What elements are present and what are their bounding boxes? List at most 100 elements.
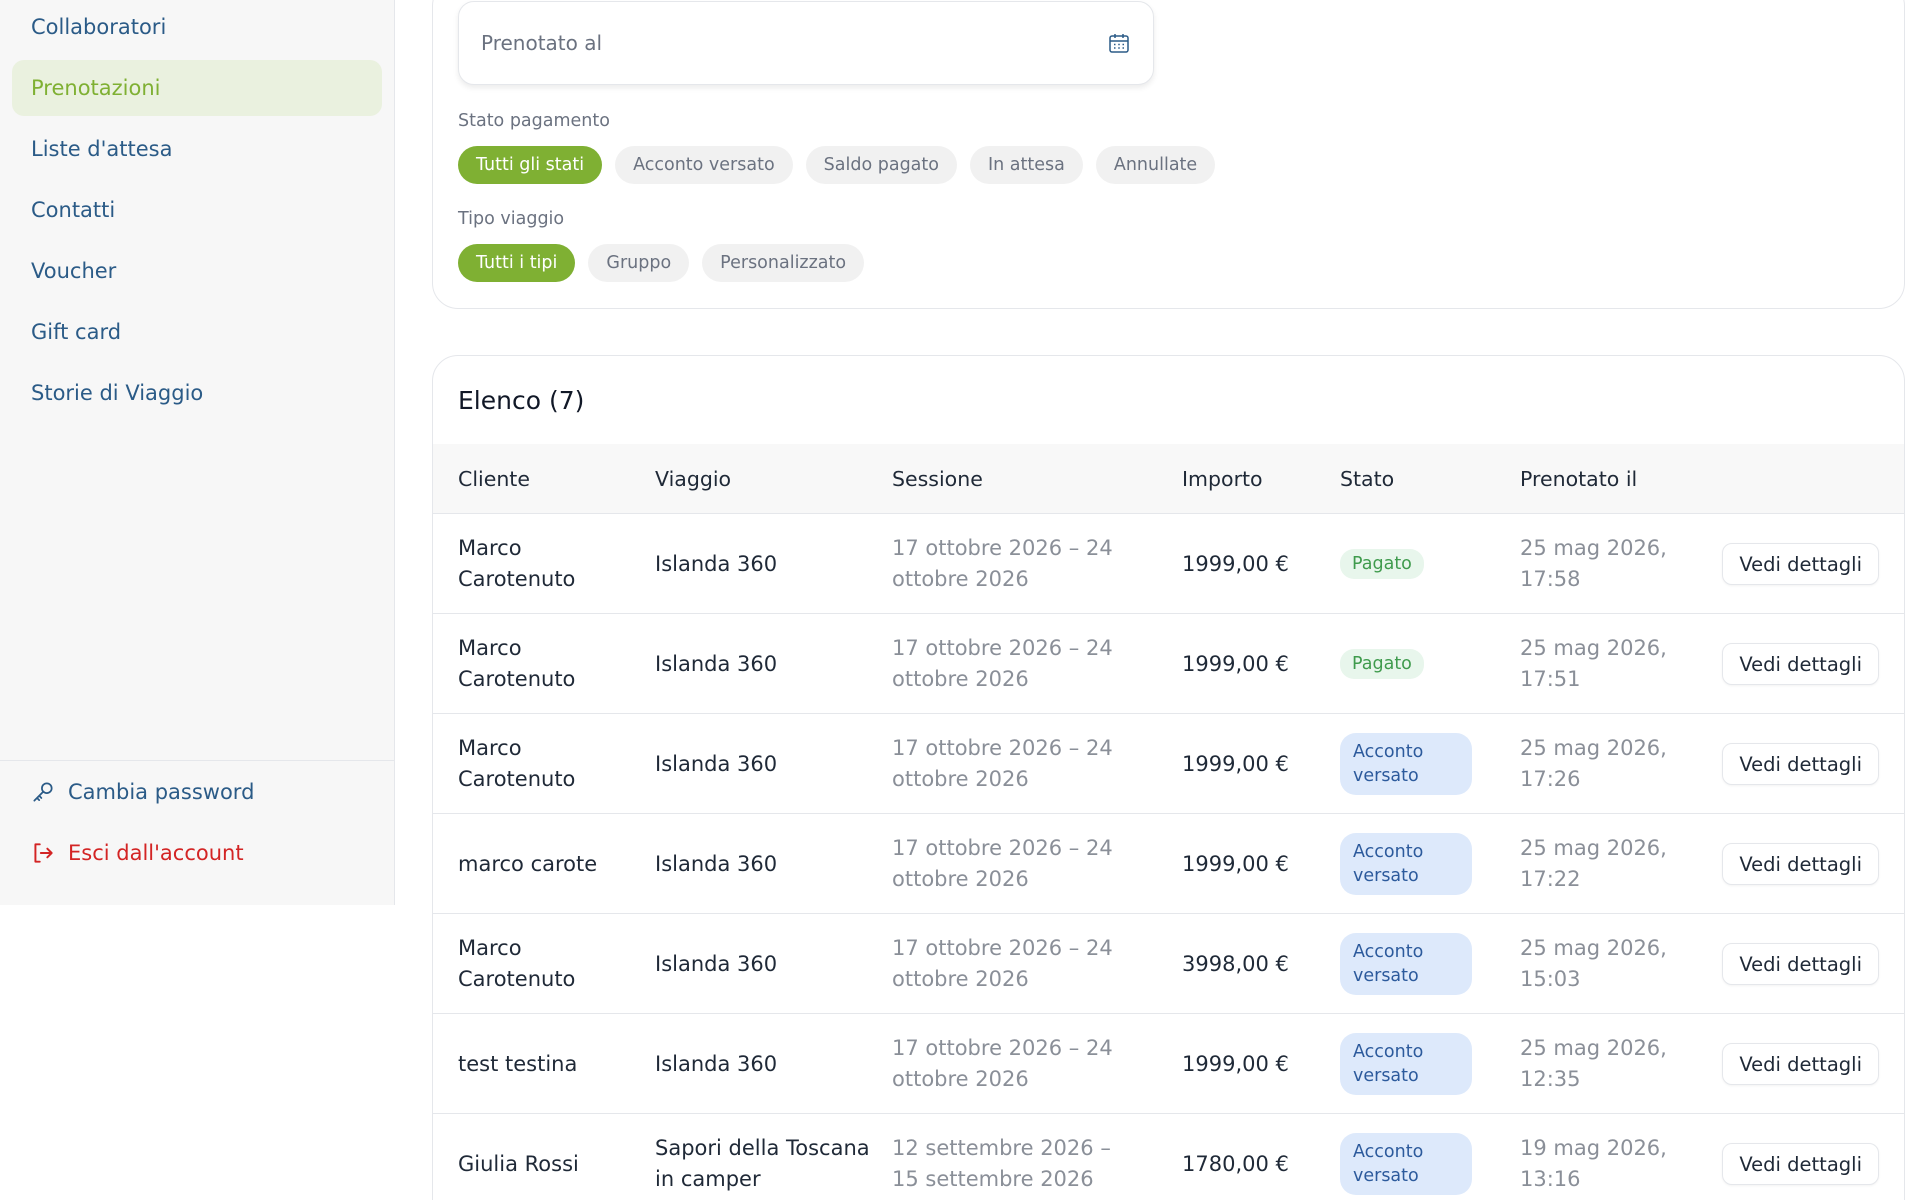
status-badge: Acconto versato <box>1340 733 1472 795</box>
list-title: Elenco (7) <box>458 386 585 415</box>
cell-booked: 25 mag 2026, 17:51 <box>1520 636 1667 691</box>
cell-session: 17 ottobre 2026 – 24 ottobre 2026 <box>892 736 1113 791</box>
cell-client: Marco Carotenuto <box>458 736 576 791</box>
view-details-button[interactable]: Vedi dettagli <box>1722 643 1879 685</box>
chip-annullate[interactable]: Annullate <box>1095 146 1216 184</box>
cell-client: marco carote <box>458 851 598 876</box>
cell-amount: 1999,00 € <box>1182 551 1289 576</box>
cell-client: Marco Carotenuto <box>458 936 576 991</box>
chip-saldo-pagato[interactable]: Saldo pagato <box>805 146 957 184</box>
status-badge: Pagato <box>1340 649 1424 679</box>
view-details-button[interactable]: Vedi dettagli <box>1722 743 1879 785</box>
cell-trip: Islanda 360 <box>655 551 778 576</box>
column-header-viaggio[interactable]: Viaggio <box>655 444 731 514</box>
chip-tutti-gli-stati[interactable]: Tutti gli stati <box>458 146 603 184</box>
table-row[interactable]: Marco Carotenuto Islanda 360 17 ottobre 20… <box>433 514 1904 614</box>
cell-client: Marco Carotenuto <box>458 636 576 691</box>
chip-acconto-versato[interactable]: Acconto versato <box>615 146 793 184</box>
view-details-button[interactable]: Vedi dettagli <box>1722 943 1879 985</box>
column-header-stato[interactable]: Stato <box>1340 444 1394 514</box>
status-badge: Acconto versato <box>1340 933 1472 995</box>
cell-booked: 25 mag 2026, 17:58 <box>1520 536 1667 591</box>
table-header: Cliente Viaggio Sessione Importo Stato P… <box>433 444 1904 514</box>
cell-session: 17 ottobre 2026 – 24 ottobre 2026 <box>892 636 1113 691</box>
column-header-importo[interactable]: Importo <box>1182 444 1263 514</box>
cell-booked: 25 mag 2026, 12:35 <box>1520 1036 1667 1091</box>
payment-status-chips: Tutti gli stati Acconto versato Saldo pa… <box>458 146 1216 184</box>
bookings-list-card: Elenco (7) Cliente Viaggio Sessione Impo… <box>432 355 1905 1200</box>
chip-personalizzato[interactable]: Personalizzato <box>702 244 865 282</box>
view-details-button[interactable]: Vedi dettagli <box>1722 543 1879 585</box>
cell-trip: Sapori della Toscana in camper <box>655 1136 870 1191</box>
cell-client: Marco Carotenuto <box>458 536 576 591</box>
calendar-icon[interactable] <box>1107 31 1131 55</box>
sidebar-item-contatti[interactable]: Contatti <box>12 182 382 238</box>
status-badge: Pagato <box>1340 549 1424 579</box>
cell-trip: Islanda 360 <box>655 651 778 676</box>
cell-amount: 1999,00 € <box>1182 851 1289 876</box>
view-details-button[interactable]: Vedi dettagli <box>1722 1143 1879 1185</box>
table-row[interactable]: Marco Carotenuto Islanda 360 17 ottobre 20… <box>433 714 1904 814</box>
cell-client: Giulia Rossi <box>458 1151 579 1176</box>
booked-on-placeholder: Prenotato al <box>481 31 603 55</box>
status-badge: Acconto versato <box>1340 1133 1472 1195</box>
cell-status: Acconto versato <box>1340 1014 1490 1114</box>
view-details-button[interactable]: Vedi dettagli <box>1722 843 1879 885</box>
status-badge: Acconto versato <box>1340 833 1472 895</box>
trip-type-label: Tipo viaggio <box>458 209 565 229</box>
cell-status: Pagato <box>1340 514 1490 614</box>
cell-session: 12 settembre 2026 – 15 settembre 2026 <box>892 1136 1111 1191</box>
key-icon <box>33 782 53 802</box>
change-password-label: Cambia password <box>68 780 255 804</box>
view-details-button[interactable]: Vedi dettagli <box>1722 1043 1879 1085</box>
logout-icon <box>34 843 53 863</box>
cell-amount: 3998,00 € <box>1182 951 1289 976</box>
chip-tutti-i-tipi[interactable]: Tutti i tipi <box>458 244 576 282</box>
cell-trip: Islanda 360 <box>655 851 778 876</box>
cell-status: Acconto versato <box>1340 1114 1490 1200</box>
sidebar: Collaboratori Prenotazioni Liste d'attes… <box>0 0 395 905</box>
cell-trip: Islanda 360 <box>655 751 778 776</box>
sidebar-item-storie-viaggio[interactable]: Storie di Viaggio <box>12 365 382 421</box>
cell-session: 17 ottobre 2026 – 24 ottobre 2026 <box>892 836 1113 891</box>
cell-amount: 1780,00 € <box>1182 1151 1289 1176</box>
table-row[interactable]: marco carote Islanda 360 17 ottobre 2026 –… <box>433 814 1904 914</box>
cell-status: Acconto versato <box>1340 914 1490 1014</box>
cell-amount: 1999,00 € <box>1182 1051 1289 1076</box>
filter-card: Prenotato al Stato pagamento Tutti gli s… <box>432 0 1905 309</box>
sidebar-item-gift-card[interactable]: Gift card <box>12 304 382 360</box>
cell-status: Acconto versato <box>1340 714 1490 814</box>
column-header-prenotato-il[interactable]: Prenotato il <box>1520 444 1637 514</box>
payment-status-label: Stato pagamento <box>458 111 610 131</box>
booked-on-date-input[interactable]: Prenotato al <box>458 1 1154 85</box>
cell-amount: 1999,00 € <box>1182 651 1289 676</box>
sidebar-item-prenotazioni[interactable]: Prenotazioni <box>12 60 382 116</box>
cell-session: 17 ottobre 2026 – 24 ottobre 2026 <box>892 1036 1113 1091</box>
cell-trip: Islanda 360 <box>655 951 778 976</box>
cell-booked: 25 mag 2026, 15:03 <box>1520 936 1667 991</box>
change-password-link[interactable]: Cambia password <box>30 779 254 805</box>
cell-status: Pagato <box>1340 614 1490 714</box>
cell-booked: 19 mag 2026, 13:16 <box>1520 1136 1667 1191</box>
status-badge: Acconto versato <box>1340 1033 1472 1095</box>
cell-client: test testina <box>458 1051 578 1076</box>
cell-session: 17 ottobre 2026 – 24 ottobre 2026 <box>892 936 1113 991</box>
trip-type-chips: Tutti i tipi Gruppo Personalizzato <box>458 244 865 282</box>
cell-status: Acconto versato <box>1340 814 1490 914</box>
table-row[interactable]: Marco Carotenuto Islanda 360 17 ottobre 20… <box>433 614 1904 714</box>
sidebar-item-liste-attesa[interactable]: Liste d'attesa <box>12 121 382 177</box>
column-header-cliente[interactable]: Cliente <box>458 444 530 514</box>
column-header-sessione[interactable]: Sessione <box>892 444 983 514</box>
cell-booked: 25 mag 2026, 17:26 <box>1520 736 1667 791</box>
table-row[interactable]: Marco Carotenuto Islanda 360 17 ottobre 20… <box>433 914 1904 1014</box>
logout-link[interactable]: Esci dall'account <box>30 840 244 866</box>
sidebar-item-voucher[interactable]: Voucher <box>12 243 382 299</box>
logout-label: Esci dall'account <box>68 841 244 865</box>
cell-booked: 25 mag 2026, 17:22 <box>1520 836 1667 891</box>
sidebar-item-collaboratori[interactable]: Collaboratori <box>12 0 382 55</box>
table-row[interactable]: test testina Islanda 360 17 ottobre 2026 –… <box>433 1014 1904 1114</box>
chip-gruppo[interactable]: Gruppo <box>588 244 690 282</box>
chip-in-attesa[interactable]: In attesa <box>969 146 1083 184</box>
cell-trip: Islanda 360 <box>655 1051 778 1076</box>
table-row[interactable]: Giulia Rossi Sapori della Toscana in camp… <box>433 1114 1904 1200</box>
